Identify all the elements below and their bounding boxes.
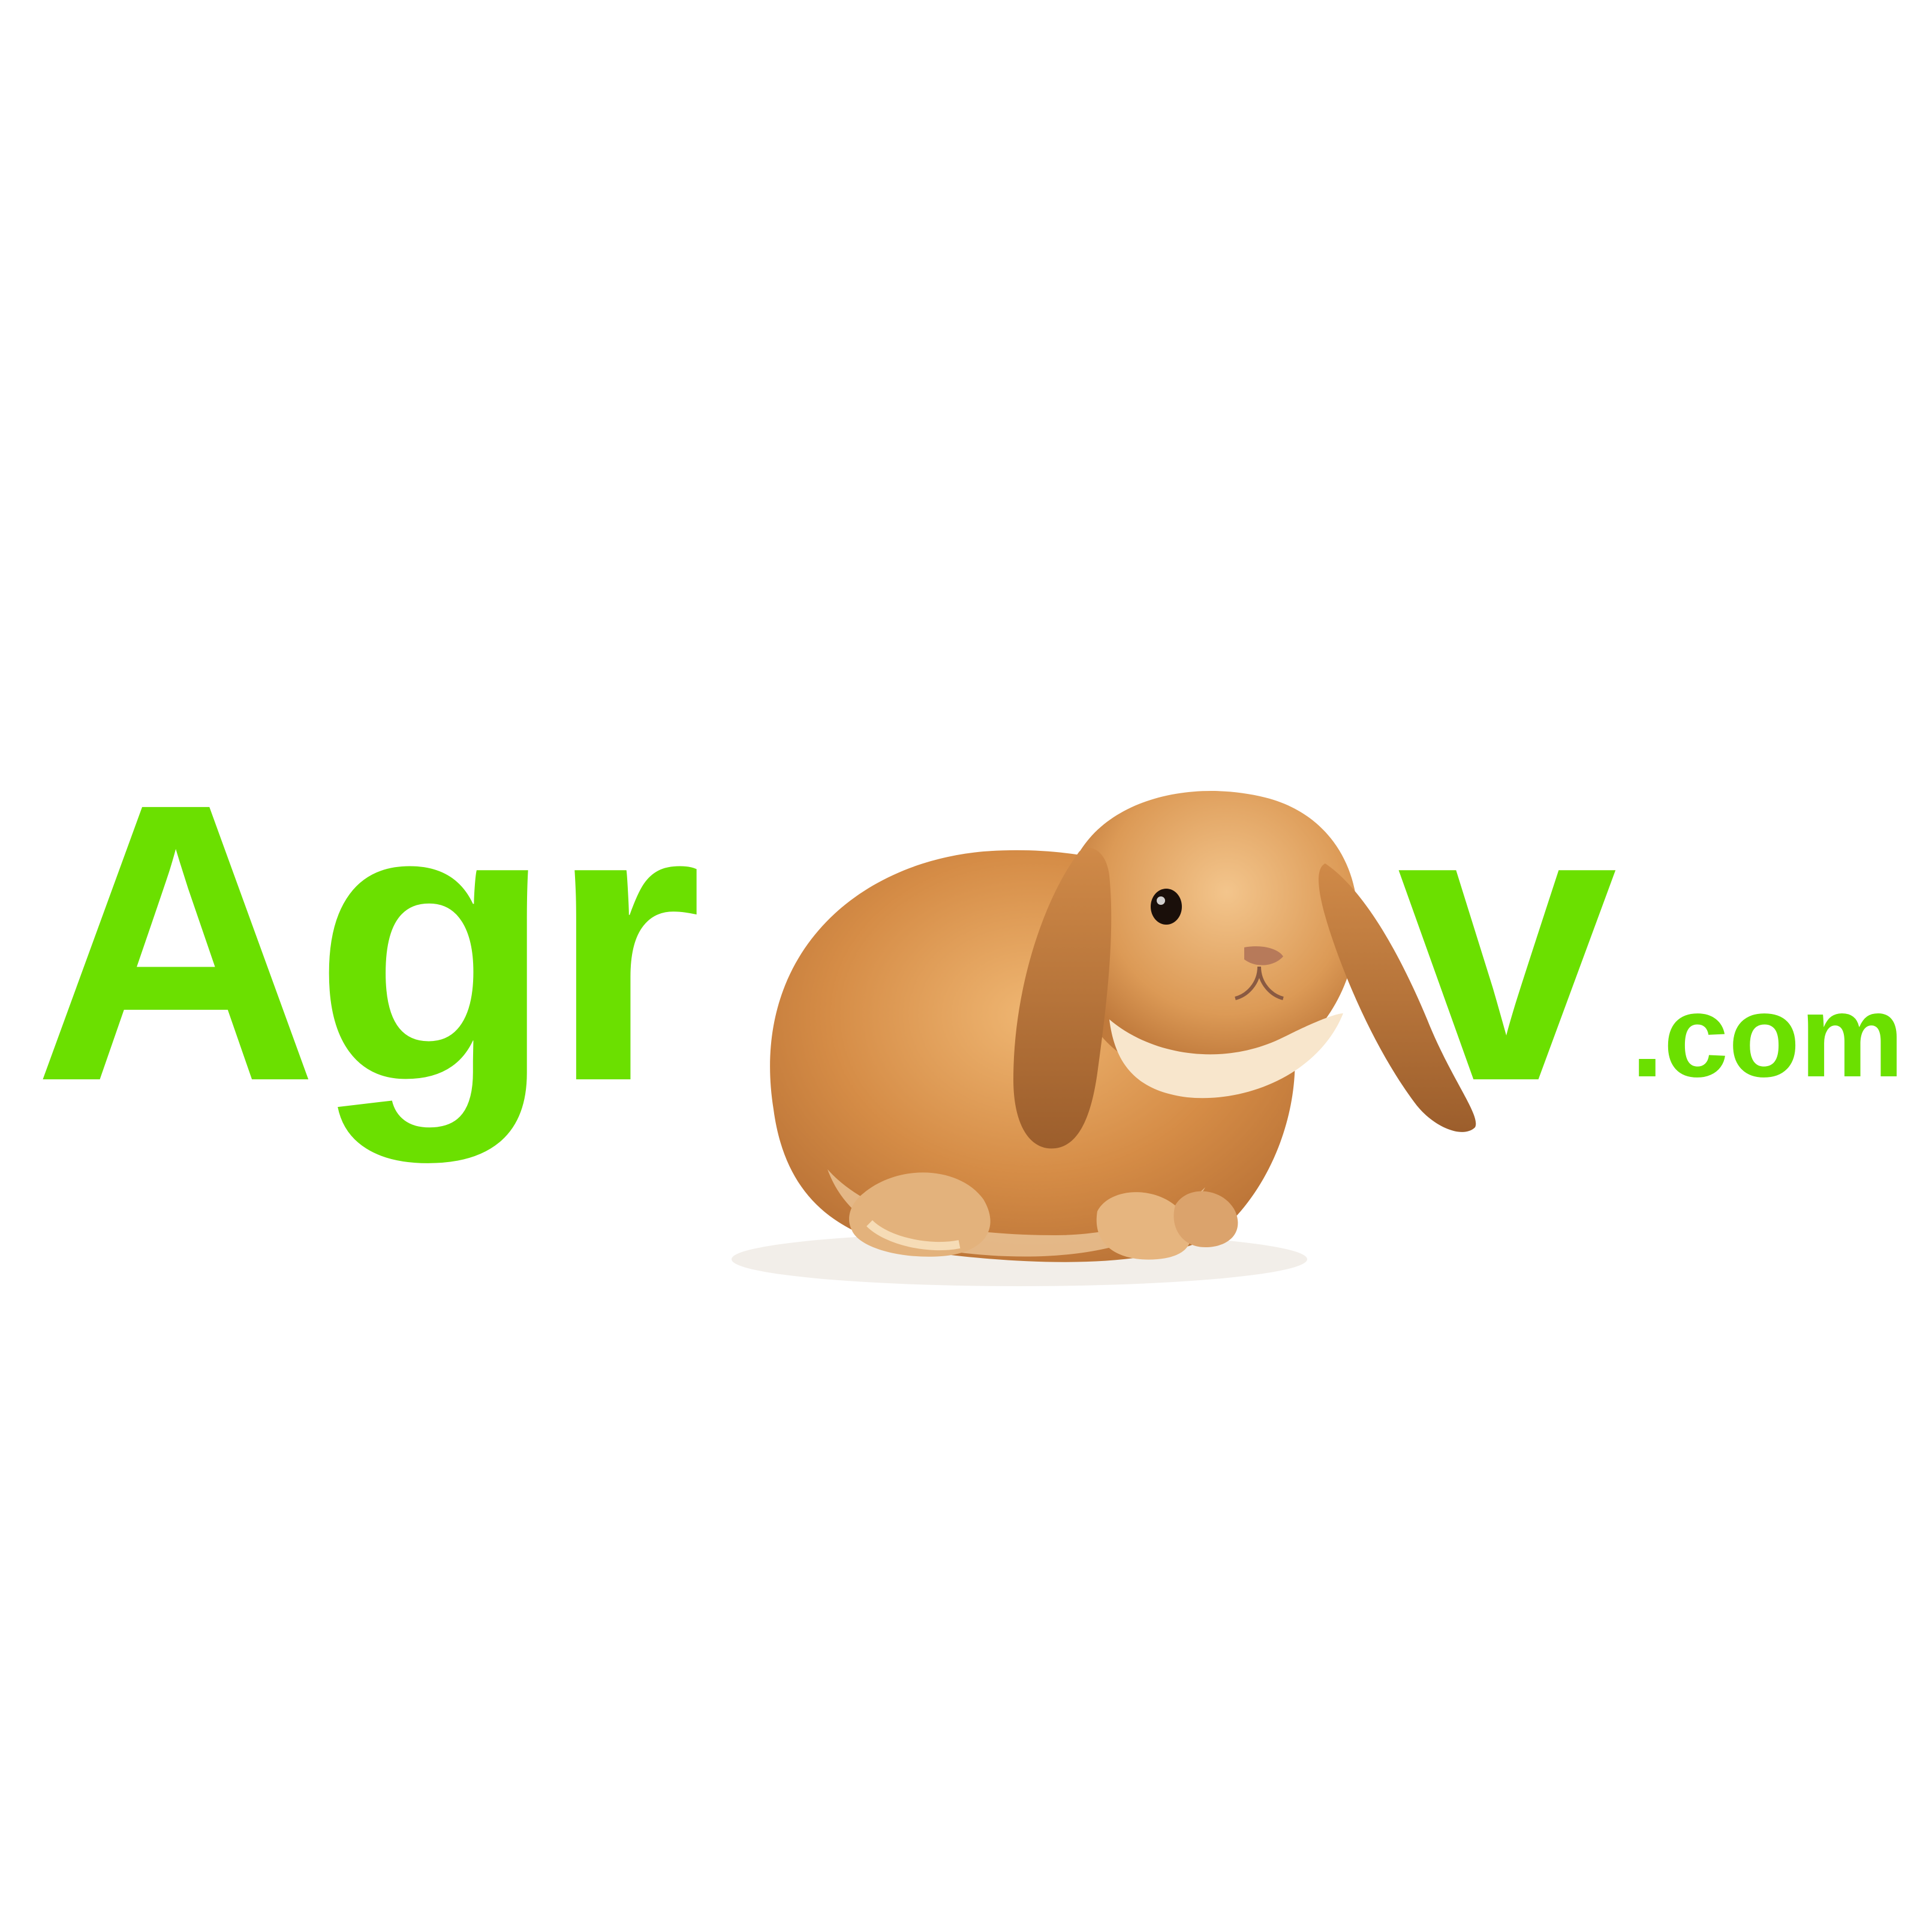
logo-text-left: Agr bbox=[33, 721, 697, 1166]
rabbit-icon bbox=[732, 791, 1476, 1286]
agrov-logo: Agr v .com bbox=[33, 721, 1904, 1286]
logo-suffix: .com bbox=[1631, 971, 1904, 1102]
